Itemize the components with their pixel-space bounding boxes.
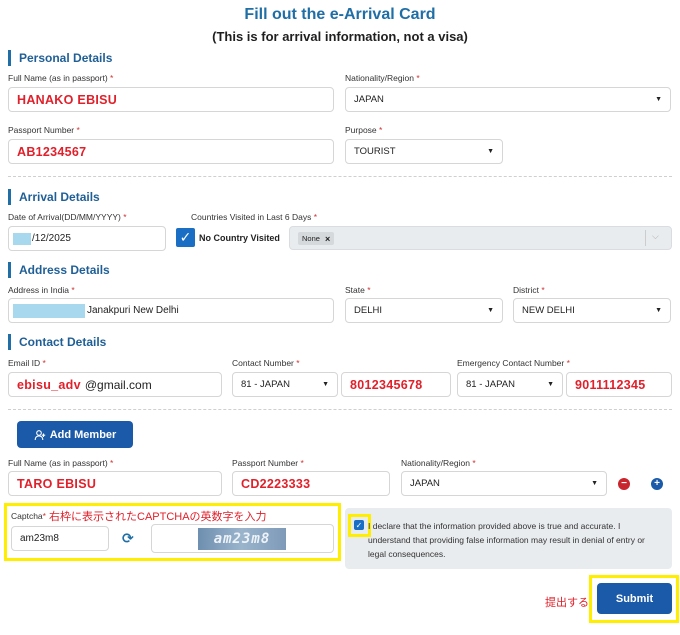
remove-member-button[interactable]: − — [618, 478, 630, 490]
captcha-image: am23m8 — [198, 528, 286, 550]
select-separator — [645, 230, 646, 246]
member-full-name-field[interactable]: TARO EBISU — [8, 471, 222, 496]
refresh-icon[interactable]: ⟳ — [122, 531, 134, 545]
countries-multiselect[interactable]: None × ⌵ — [289, 226, 672, 250]
chevron-down-icon: ▼ — [322, 381, 329, 388]
captcha-input[interactable]: am23m8 — [11, 526, 109, 551]
check-icon: ✓ — [179, 229, 192, 245]
email-label: Email ID * — [8, 358, 46, 368]
chevron-down-icon: ▼ — [655, 96, 662, 103]
chevron-down-icon: ▼ — [487, 148, 494, 155]
add-user-icon — [34, 429, 45, 440]
purpose-select[interactable]: TOURIST ▼ — [345, 139, 503, 164]
section-personal-details: Personal Details — [8, 50, 112, 66]
email-field[interactable]: ebisu_adv @gmail.com — [8, 372, 222, 397]
submit-button[interactable]: Submit — [597, 583, 672, 614]
chevron-down-icon: ▼ — [547, 381, 554, 388]
member-full-name-label: Full Name (as in passport) * — [8, 458, 114, 468]
passport-field[interactable]: AB1234567 — [8, 139, 334, 164]
captcha-image-box: am23m8 — [151, 524, 334, 553]
member-passport-field[interactable]: CD2223333 — [232, 471, 390, 496]
chevron-down-icon: ⌵ — [652, 231, 659, 241]
declaration-checkbox[interactable]: ✓ — [354, 520, 364, 530]
section-arrival-details: Arrival Details — [8, 189, 100, 205]
tag-remove-icon[interactable]: × — [325, 234, 330, 244]
address-label: Address in India * — [8, 285, 75, 295]
arrival-date-field[interactable]: /12/2025 — [8, 226, 166, 251]
state-select[interactable]: DELHI ▼ — [345, 298, 503, 323]
page-subtitle: (This is for arrival information, not a … — [212, 29, 468, 44]
section-divider — [8, 176, 672, 177]
member-nationality-label: Nationality/Region * — [401, 458, 476, 468]
chevron-down-icon: ▼ — [655, 307, 662, 314]
emergency-number-field[interactable]: 9011112345 — [566, 372, 672, 397]
submit-annotation: 提出する — [545, 597, 589, 609]
address-field[interactable]: Janakpuri New Delhi — [8, 298, 334, 323]
no-country-label: No Country Visited — [199, 233, 280, 243]
district-select[interactable]: NEW DELHI ▼ — [513, 298, 671, 323]
member-nationality-select[interactable]: JAPAN ▼ — [401, 471, 607, 496]
purpose-label: Purpose * — [345, 125, 383, 135]
member-passport-label: Passport Number * — [232, 458, 304, 468]
full-name-field[interactable]: HANAKO EBISU — [8, 87, 334, 112]
chevron-down-icon: ▼ — [487, 307, 494, 314]
no-country-checkbox[interactable]: ✓ — [176, 228, 195, 247]
nationality-label: Nationality/Region * — [345, 73, 420, 83]
chevron-down-icon: ▼ — [591, 480, 598, 487]
state-label: State * — [345, 285, 371, 295]
emergency-contact-label: Emergency Contact Number * — [457, 358, 570, 368]
section-divider — [8, 409, 672, 410]
redacted-day — [13, 232, 31, 245]
add-member-button[interactable]: Add Member — [17, 421, 133, 448]
page-title: Fill out the e-Arrival Card — [244, 6, 436, 23]
passport-label: Passport Number * — [8, 125, 80, 135]
date-label: Date of Arrival(DD/MM/YYYY) * — [8, 212, 127, 222]
country-tag: None × — [298, 232, 335, 245]
captcha-annotation: 右枠に表示されたCAPTCHAの英数字を入力 — [49, 511, 267, 523]
district-label: District * — [513, 285, 545, 295]
nationality-select[interactable]: JAPAN ▼ — [345, 87, 671, 112]
full-name-label: Full Name (as in passport) * — [8, 73, 114, 83]
check-icon: ✓ — [355, 520, 363, 530]
section-address-details: Address Details — [8, 262, 110, 278]
declaration-text: I declare that the information provided … — [368, 521, 645, 559]
emergency-code-select[interactable]: 81 - JAPAN ▼ — [457, 372, 563, 397]
captcha-label: Captcha* — [11, 511, 46, 521]
contact-number-field[interactable]: 8012345678 — [341, 372, 451, 397]
section-contact-details: Contact Details — [8, 334, 106, 350]
contact-code-select[interactable]: 81 - JAPAN ▼ — [232, 372, 338, 397]
add-member-row-button[interactable]: + — [651, 478, 663, 490]
contact-number-label: Contact Number * — [232, 358, 300, 368]
countries-label: Countries Visited in Last 6 Days * — [191, 212, 318, 222]
redacted-address — [13, 303, 85, 318]
